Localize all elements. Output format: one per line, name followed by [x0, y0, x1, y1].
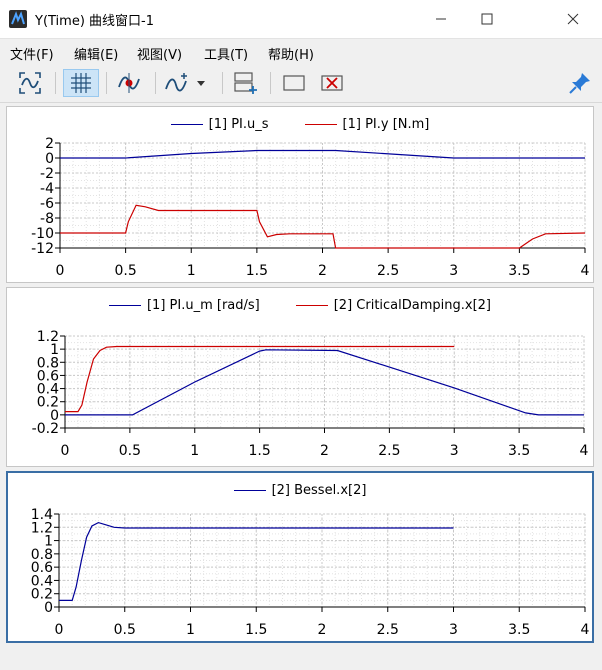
toolbar-separator — [222, 72, 223, 94]
maximize-button[interactable] — [464, 0, 510, 38]
grid-toggle-button[interactable] — [63, 69, 99, 97]
y-tick-label: -10 — [31, 226, 54, 242]
x-tick-label: 1 — [186, 622, 195, 638]
chart-canvas[interactable]: 0 0.5 1 1.5 2 2.5 3 3.5 420-2-4-6-8-10-12 — [7, 107, 593, 282]
menu-tools[interactable]: 工具(T) — [204, 44, 248, 63]
plot-panel-3[interactable]: [2] Bessel.x[2] 0 0.5 1 1.5 2 2.5 3 3.5 4 1.4 1.2 1… — [6, 471, 594, 643]
y-tick-label: 0 — [45, 151, 54, 167]
x-tick-label: 2 — [318, 263, 327, 279]
y-tick-label: -6 — [40, 196, 54, 212]
x-tick-label: 0.5 — [114, 622, 136, 638]
pin-icon — [569, 73, 590, 94]
add-curve-button[interactable] — [164, 69, 214, 97]
close-button[interactable] — [550, 0, 596, 38]
x-tick-label: 0 — [55, 622, 64, 638]
grid-icon — [71, 73, 91, 93]
title-bar: Y(Time) 曲线窗口-1 — [0, 0, 602, 39]
chart-canvas[interactable]: 0 0.5 1 1.5 2 2.5 3 3.5 41.210.80.60.40.20-0.2 — [7, 288, 593, 466]
y-tick-label: -2 — [40, 166, 54, 182]
zoom-fit-button[interactable] — [16, 69, 44, 97]
menu-help[interactable]: 帮助(H) — [268, 44, 314, 63]
toolbar-separator — [106, 72, 107, 94]
zoom-fit-icon — [19, 72, 41, 94]
x-tick-label: 1 — [187, 263, 196, 279]
x-tick-label: 3 — [449, 263, 458, 279]
toolbar-separator — [270, 72, 271, 94]
y-tick-label: -4 — [40, 181, 54, 197]
x-tick-label: 0.5 — [114, 263, 136, 279]
x-tick-label: 2.5 — [377, 622, 399, 638]
x-tick-label: 0 — [61, 443, 70, 459]
pin-button[interactable] — [566, 69, 594, 97]
menu-view[interactable]: 视图(V) — [137, 44, 182, 63]
y-tick-label: -12 — [31, 241, 54, 257]
window-title: Y(Time) 曲线窗口-1 — [35, 14, 154, 29]
x-tick-label: 2.5 — [377, 263, 399, 279]
x-tick-label: 4 — [581, 622, 590, 638]
menu-file[interactable]: 文件(F) — [10, 44, 54, 63]
x-tick-label: 2.5 — [378, 443, 400, 459]
y-tick-label: 2 — [45, 136, 54, 152]
y-tick-label: 0 — [44, 600, 53, 616]
toolbar-separator — [55, 72, 56, 94]
menu-edit[interactable]: 编辑(E) — [74, 44, 118, 63]
rectangle-button[interactable] — [280, 69, 308, 97]
app-logo-icon — [9, 10, 27, 28]
x-tick-label: 1 — [190, 443, 199, 459]
chart-canvas[interactable]: 0 0.5 1 1.5 2 2.5 3 3.5 41.41.210.80.60.40.20 — [8, 473, 592, 641]
x-tick-label: 3 — [449, 622, 458, 638]
menu-bar: 文件(F) 编辑(E) 视图(V) 工具(T) 帮助(H) — [0, 39, 602, 64]
x-tick-label: 1.5 — [245, 622, 267, 638]
add-curve-icon — [165, 73, 205, 92]
minimize-icon — [436, 18, 446, 20]
plot-panel-2[interactable]: [1] PI.u_m [rad/s] [2] CriticalDamping.x… — [6, 287, 594, 467]
x-tick-label: 0.5 — [119, 443, 141, 459]
y-tick-label: -0.2 — [32, 421, 59, 437]
maximize-icon — [481, 13, 493, 25]
curve-cursor-icon — [118, 73, 140, 93]
delete-subplot-icon — [321, 75, 343, 91]
x-tick-label: 3 — [450, 443, 459, 459]
y-tick-label: -8 — [40, 211, 54, 227]
add-subplot-button[interactable] — [231, 69, 259, 97]
x-tick-label: 3.5 — [508, 443, 530, 459]
close-icon — [567, 13, 579, 25]
x-tick-label: 4 — [581, 263, 590, 279]
minimize-button[interactable] — [418, 0, 464, 38]
x-tick-label: 3.5 — [508, 263, 530, 279]
toolbar — [0, 64, 602, 103]
x-tick-label: 0 — [56, 263, 65, 279]
plot-panel-1[interactable]: [1] PI.u_s [1] PI.y [N.m] 0 0.5 1 1.5 2 2.5 3 3… — [6, 106, 594, 283]
x-tick-label: 2 — [318, 622, 327, 638]
add-subplot-icon — [234, 72, 257, 94]
x-tick-label: 2 — [320, 443, 329, 459]
rectangle-icon — [283, 75, 305, 91]
delete-subplot-button[interactable] — [318, 69, 346, 97]
toolbar-separator — [155, 72, 156, 94]
x-tick-label: 3.5 — [508, 622, 530, 638]
x-tick-label: 1.5 — [246, 263, 268, 279]
curve-cursor-button[interactable] — [115, 69, 143, 97]
x-tick-label: 1.5 — [248, 443, 270, 459]
x-tick-label: 4 — [580, 443, 589, 459]
